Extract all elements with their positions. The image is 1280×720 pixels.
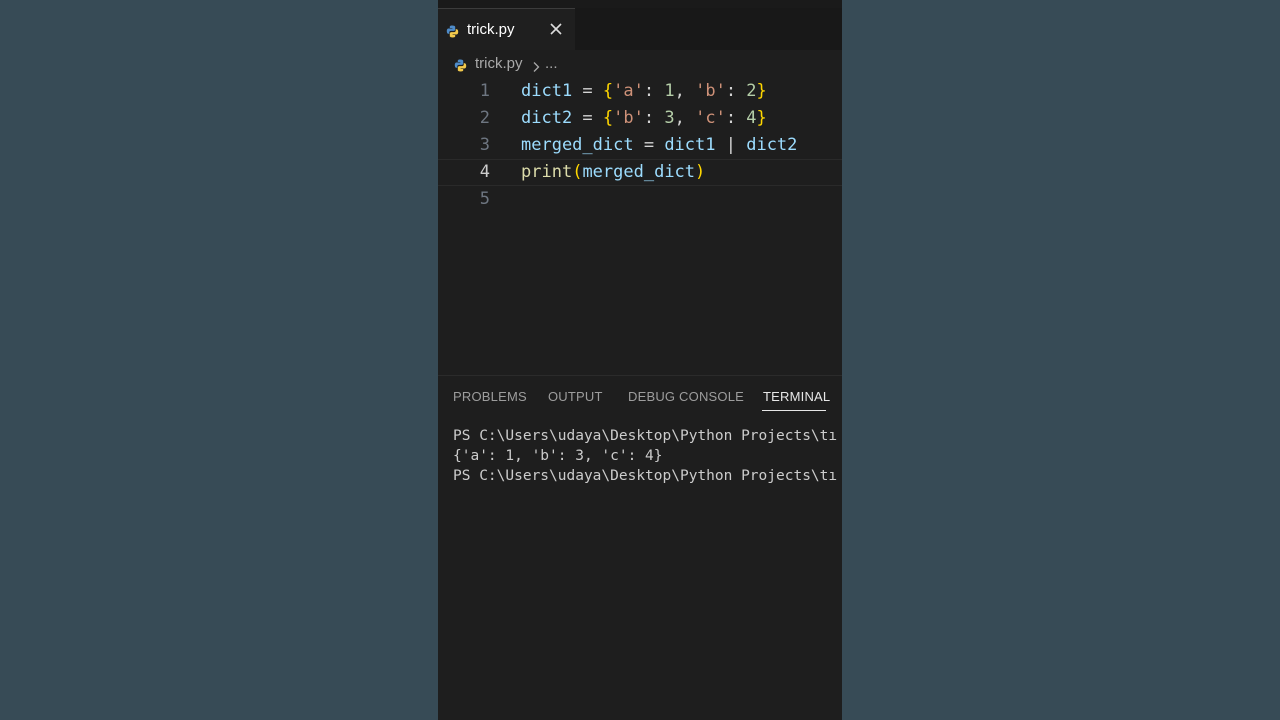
code-line-current: 4 print(merged_dict) — [438, 159, 842, 186]
breadcrumb-file[interactable]: trick.py — [475, 55, 523, 72]
code-line: 2 dict2 = {'b': 3, 'c': 4} — [438, 105, 842, 132]
line-number: 2 — [479, 108, 490, 128]
tab-label: trick.py — [467, 21, 515, 38]
line-number: 5 — [479, 189, 490, 209]
code-line: 1 dict1 = {'a': 1, 'b': 2} — [438, 78, 842, 105]
tab-problems[interactable]: PROBLEMS — [453, 389, 527, 404]
tab-trick-py[interactable]: trick.py — [438, 8, 575, 50]
vscode-window: trick.py trick.py ... 1 dict1 = {'a': 1,… — [438, 0, 842, 720]
tab-debug-console[interactable]: DEBUG CONSOLE — [628, 389, 744, 404]
python-icon — [454, 57, 467, 72]
code-text[interactable]: merged_dict = dict1 | dict2 — [521, 132, 797, 159]
chevron-right-icon — [531, 58, 541, 72]
line-number: 4 — [479, 162, 490, 182]
line-number: 3 — [479, 135, 490, 155]
line-number: 1 — [479, 81, 490, 101]
code-text[interactable]: print(merged_dict) — [521, 159, 705, 186]
bottom-panel: PROBLEMS OUTPUT DEBUG CONSOLE TERMINAL P… — [438, 375, 842, 720]
code-line: 3 merged_dict = dict1 | dict2 — [438, 132, 842, 159]
active-tab-indicator — [762, 410, 826, 411]
title-strip — [438, 0, 842, 8]
terminal-line: PS C:\Users\udaya\Desktop\Python Project… — [453, 468, 838, 484]
code-text[interactable]: dict2 = {'b': 3, 'c': 4} — [521, 105, 767, 132]
breadcrumb: trick.py ... — [438, 50, 842, 78]
terminal-line: {'a': 1, 'b': 3, 'c': 4} — [453, 448, 663, 464]
editor-tab-bar: trick.py — [438, 8, 842, 50]
python-icon — [446, 23, 459, 38]
terminal-line: PS C:\Users\udaya\Desktop\Python Project… — [453, 428, 838, 444]
code-line: 5 — [438, 186, 842, 213]
code-editor[interactable]: 1 dict1 = {'a': 1, 'b': 2} 2 dict2 = {'b… — [438, 78, 842, 368]
code-text[interactable]: dict1 = {'a': 1, 'b': 2} — [521, 78, 767, 105]
tab-output[interactable]: OUTPUT — [548, 389, 603, 404]
close-icon[interactable] — [548, 21, 564, 37]
tab-terminal[interactable]: TERMINAL — [763, 389, 830, 404]
breadcrumb-more[interactable]: ... — [545, 55, 558, 72]
